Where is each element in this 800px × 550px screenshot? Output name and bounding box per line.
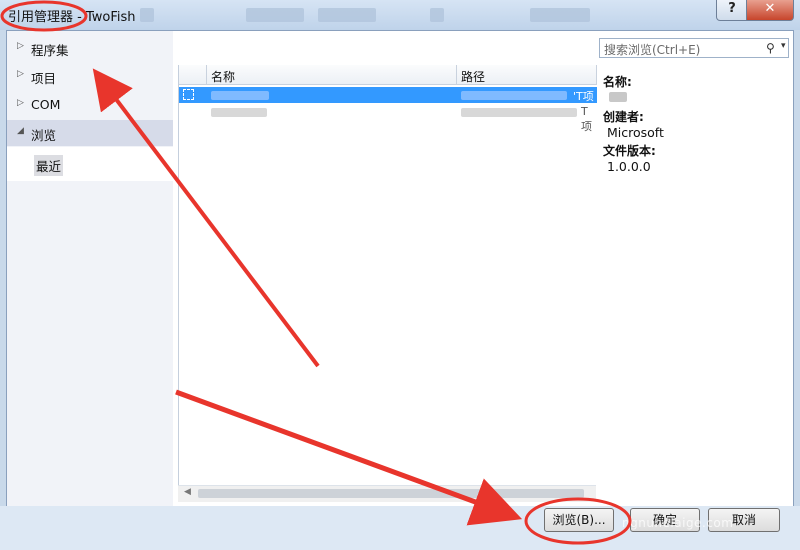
- table-row[interactable]: T项: [179, 104, 597, 133]
- sidebar-item-label: 程序集: [31, 43, 69, 58]
- sidebar: ▷ 程序集 ▷ 项目 ▷ COM ◢ 浏览 最近: [7, 31, 173, 506]
- sidebar-item-assemblies[interactable]: ▷ 程序集: [7, 35, 173, 61]
- expand-arrow-icon: ▷: [17, 69, 24, 79]
- dialog-client-area: ▷ 程序集 ▷ 项目 ▷ COM ◢ 浏览 最近 名称 路径 'T项 T项 ◀ …: [6, 30, 794, 507]
- column-header-checkbox[interactable]: [179, 65, 207, 85]
- creator-label: 创建者:: [603, 110, 644, 124]
- expand-arrow-icon: ▷: [17, 98, 24, 108]
- version-value: 1.0.0.0: [607, 159, 651, 174]
- window-title: 引用管理器 - TwoFish: [8, 10, 136, 25]
- blurred-taskbar-icon: [140, 8, 154, 22]
- collapse-arrow-icon: ◢: [17, 126, 24, 136]
- path-cell-suffix: 'T项: [573, 90, 594, 103]
- table-row[interactable]: 'T项: [179, 87, 597, 103]
- blurred-taskbar-item: [318, 8, 376, 22]
- sidebar-item-label: 浏览: [31, 128, 57, 143]
- blurred-name-cell: [211, 91, 269, 100]
- help-button[interactable]: ?: [716, 0, 748, 21]
- path-cell-suffix: T项: [581, 105, 592, 133]
- horizontal-scrollbar[interactable]: ◀: [178, 485, 596, 502]
- sidebar-item-label: COM: [31, 97, 61, 112]
- search-input[interactable]: 搜索浏览(Ctrl+E) ⚲ ▾: [599, 38, 789, 58]
- blurred-taskbar-icon: [430, 8, 444, 22]
- blurred-name-cell: [211, 108, 267, 117]
- title-bar: 引用管理器 - TwoFish ? ✕: [0, 0, 800, 30]
- column-header-path[interactable]: 路径: [457, 65, 597, 85]
- version-label: 文件版本:: [603, 144, 656, 158]
- blurred-taskbar-item: [530, 8, 590, 22]
- browse-button[interactable]: 浏览(B)...: [544, 508, 614, 532]
- chevron-down-icon[interactable]: ▾: [781, 41, 786, 51]
- scroll-left-icon[interactable]: ◀: [184, 487, 191, 497]
- blurred-name-value: [609, 92, 627, 102]
- scrollbar-thumb[interactable]: [198, 489, 584, 498]
- watermark: ngnuhelaige.com: [622, 516, 734, 530]
- sidebar-item-projects[interactable]: ▷ 项目: [7, 63, 173, 89]
- close-button[interactable]: ✕: [746, 0, 794, 21]
- blurred-path-cell: [461, 108, 577, 117]
- sidebar-subitem-recent[interactable]: 最近: [7, 147, 173, 181]
- name-label: 名称:: [603, 75, 632, 89]
- search-icon[interactable]: ⚲: [766, 41, 775, 55]
- checkbox[interactable]: [183, 89, 194, 100]
- blurred-path-cell: [461, 91, 567, 100]
- sidebar-item-com[interactable]: ▷ COM: [7, 92, 173, 118]
- sidebar-item-browse[interactable]: ◢ 浏览: [7, 120, 173, 146]
- reference-list: 名称 路径 'T项 T项: [178, 65, 597, 490]
- expand-arrow-icon: ▷: [17, 41, 24, 51]
- blurred-taskbar-item: [246, 8, 304, 22]
- column-header-name[interactable]: 名称: [207, 65, 457, 85]
- creator-value: Microsoft: [607, 125, 664, 140]
- sidebar-subitem-label: 最近: [34, 155, 64, 176]
- sidebar-item-label: 项目: [31, 71, 57, 86]
